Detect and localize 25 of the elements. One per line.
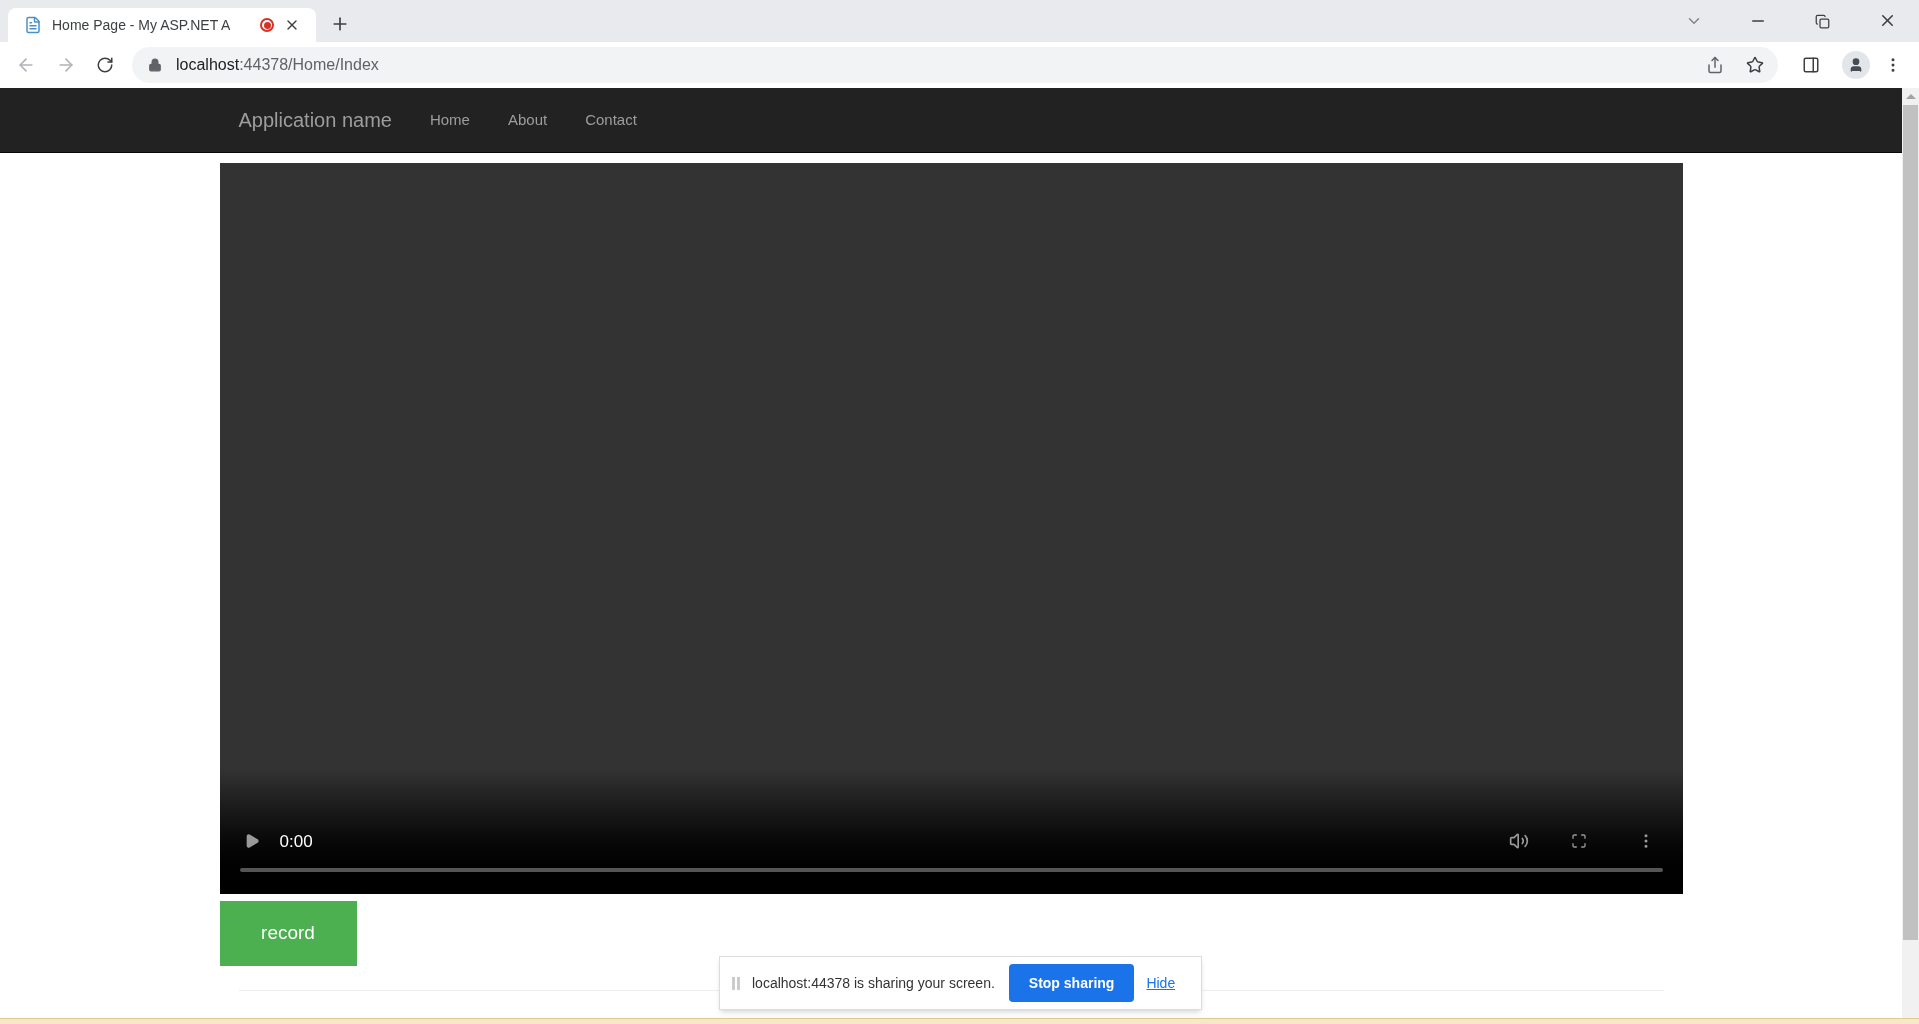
browser-tab[interactable]: Home Page - My ASP.NET A [8,8,316,42]
share-icon[interactable] [1706,56,1724,74]
tab-title: Home Page - My ASP.NET A [52,15,232,35]
nav-link[interactable]: About [507,108,548,132]
brand-link[interactable]: Application name [238,105,392,135]
restore-icon[interactable] [1815,14,1830,29]
fullscreen-icon[interactable] [1570,833,1587,850]
volume-icon[interactable] [1508,831,1529,852]
nav-link[interactable]: Home [429,108,470,132]
url-text: localhost:44378/Home/Index [176,55,379,75]
video-time: 0:00 [279,830,313,853]
star-icon[interactable] [1746,56,1764,74]
scrollbar[interactable] [1902,88,1919,1018]
page-icon [24,16,42,34]
nav-link[interactable]: Contact [585,108,637,132]
progress-track[interactable] [239,868,1663,872]
stop-sharing-button[interactable]: Stop sharing [1008,964,1135,1002]
side-panel-icon[interactable] [1802,56,1820,74]
reload-icon[interactable] [96,56,114,74]
drag-handle-icon[interactable] [732,976,740,990]
profile-avatar[interactable] [1842,51,1870,79]
hide-link[interactable]: Hide [1146,972,1176,994]
lock-icon [148,58,162,72]
address-bar[interactable]: localhost:44378/Home/Index [132,47,1778,83]
sharing-message: localhost:44378 is sharing your screen. [752,973,995,993]
